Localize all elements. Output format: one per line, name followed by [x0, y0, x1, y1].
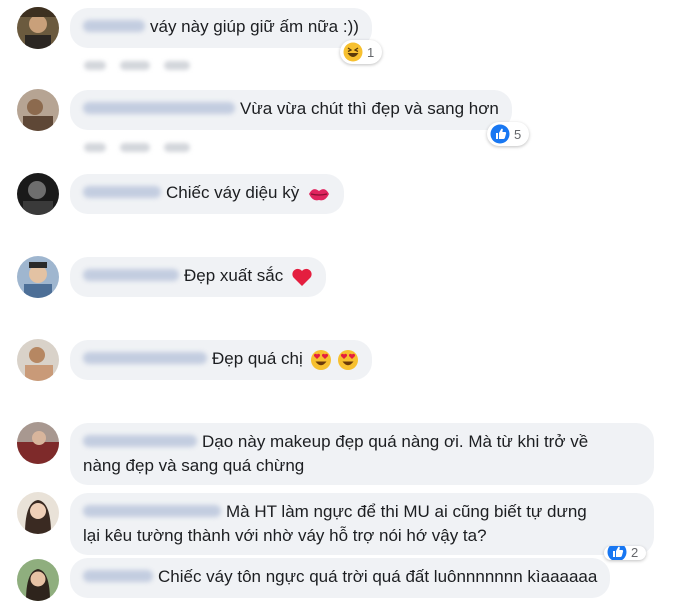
reply-link[interactable]: [120, 61, 150, 71]
commenter-name[interactable]: [83, 504, 221, 517]
kiss-mark-icon: [308, 188, 329, 200]
comment-bubble: Đẹp xuất sắc: [70, 257, 326, 297]
comment-bubble: Vừa vừa chút thì đẹp và sang hơn: [70, 90, 512, 130]
commenter-name[interactable]: [83, 268, 179, 281]
reaction-summary[interactable]: 2: [604, 546, 647, 560]
reply-link[interactable]: [120, 143, 150, 153]
avatar[interactable]: [17, 492, 59, 534]
comment-text-line-1: Mà HT làm ngực để thi MU ai cũng biết tự…: [226, 502, 587, 521]
reaction-count: 1: [367, 44, 375, 60]
heart-eyes-icon: [311, 349, 332, 370]
comment-text: Chiếc váy diệu kỳ: [166, 183, 300, 202]
avatar[interactable]: [17, 7, 59, 49]
comment-text: Vừa vừa chút thì đẹp và sang hơn: [240, 99, 499, 118]
commenter-name[interactable]: [83, 434, 197, 447]
comment-text: Chiếc váy tôn ngực quá trời quá đất luôn…: [158, 567, 598, 586]
like-icon: [490, 124, 510, 144]
comment-actions: [84, 57, 204, 71]
like-icon: [607, 546, 627, 560]
commenter-name[interactable]: [83, 351, 207, 364]
like-link[interactable]: [84, 143, 106, 153]
reaction-summary[interactable]: 5: [487, 122, 530, 146]
like-link[interactable]: [84, 61, 106, 71]
haha-icon: [343, 42, 363, 62]
reaction-count: 5: [514, 126, 522, 142]
avatar[interactable]: [17, 173, 59, 215]
comment-bubble: Đẹp quá chị: [70, 340, 373, 380]
red-heart-icon: [292, 268, 312, 286]
commenter-name[interactable]: [83, 569, 153, 582]
avatar[interactable]: [17, 339, 59, 381]
reaction-count: 2: [631, 546, 639, 560]
avatar[interactable]: [17, 422, 59, 464]
commenter-name[interactable]: [83, 19, 145, 32]
comment-text-line-1: Dạo này makeup đẹp quá nàng ơi. Mà từ kh…: [202, 432, 589, 451]
timestamp: [164, 143, 190, 153]
comment-actions: [84, 139, 204, 153]
comment-text: Đẹp quá chị: [212, 349, 303, 368]
commenter-name[interactable]: [83, 101, 235, 114]
comment-text-line-2: nàng đẹp và sang quá chừng: [83, 456, 305, 475]
comment-bubble: váy này giúp giữ ấm nữa :)): [70, 8, 372, 48]
reaction-summary[interactable]: 1: [340, 40, 383, 64]
avatar[interactable]: [17, 559, 59, 601]
comment-bubble: Dạo này makeup đẹp quá nàng ơi. Mà từ kh…: [70, 423, 654, 485]
comment-bubble: Mà HT làm ngực để thi MU ai cũng biết tự…: [70, 493, 654, 555]
avatar[interactable]: [17, 89, 59, 131]
timestamp: [164, 61, 190, 71]
commenter-name[interactable]: [83, 185, 161, 198]
heart-eyes-icon: [338, 349, 359, 370]
comment-text: váy này giúp giữ ấm nữa :)): [150, 17, 359, 36]
comment-bubble: Chiếc váy tôn ngực quá trời quá đất luôn…: [70, 558, 611, 598]
comment-text-line-2: lại kêu tường thành với nhờ váy hỗ trợ n…: [83, 526, 487, 545]
comment-text: Đẹp xuất sắc: [184, 266, 284, 285]
comment-bubble: Chiếc váy diệu kỳ: [70, 174, 344, 214]
avatar[interactable]: [17, 256, 59, 298]
